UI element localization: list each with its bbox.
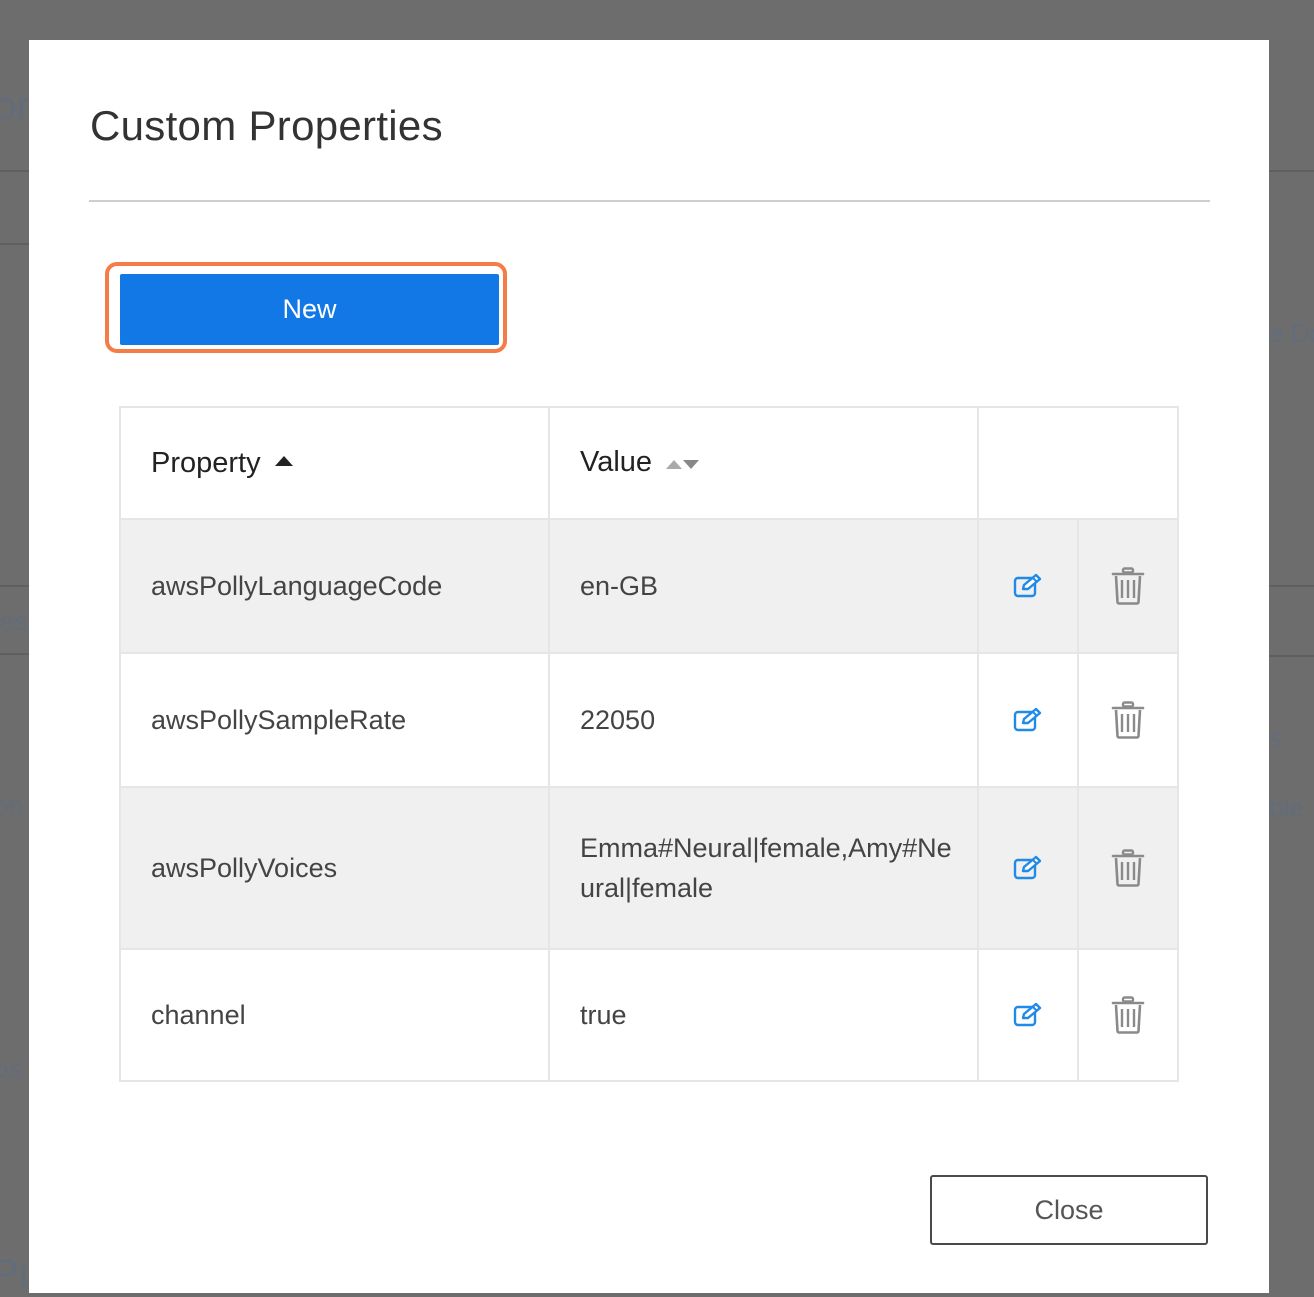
background-text-fragment: bs [0,1053,22,1083]
delete-cell [1077,948,1179,1082]
background-divider [0,653,29,655]
background-text-fragment: les [0,606,28,636]
title-divider [89,200,1210,202]
edit-cell [977,518,1079,654]
table-row: channel true [119,948,1179,1082]
edit-icon[interactable] [1013,573,1043,599]
property-cell: channel [119,948,550,1082]
delete-cell [1077,652,1179,788]
value-cell: en-GB [548,518,979,654]
trash-icon[interactable] [1111,567,1145,605]
property-cell: awsPollyLanguageCode [119,518,550,654]
delete-cell [1077,518,1179,654]
table-row: awsPollySampleRate 22050 [119,652,1179,788]
table-header-row: Property Value [119,406,1179,520]
close-button[interactable]: Close [930,1175,1208,1245]
background-divider [1269,655,1314,657]
value-text: Emma#Neural|female,Amy#Neural|female [580,833,952,903]
background-text-fragment: on [0,790,23,820]
edit-icon[interactable] [1013,1002,1043,1028]
value-cell: 22050 [548,652,979,788]
property-cell: awsPollySampleRate [119,652,550,788]
column-header-actions [977,406,1179,520]
trash-icon[interactable] [1111,996,1145,1034]
background-divider [0,243,29,245]
background-divider [0,170,29,172]
sort-unsorted-icon [666,444,700,477]
properties-table: Property Value awsPollyLanguageCode en-G… [119,406,1179,1082]
trash-icon[interactable] [1111,849,1145,887]
background-divider [1269,170,1314,172]
table-row: awsPollyLanguageCode en-GB [119,518,1179,654]
value-cell: Emma#Neural|female,Amy#Neural|female [548,786,979,950]
edit-icon[interactable] [1013,707,1043,733]
sort-ascending-icon [274,455,293,466]
value-cell: true [548,948,979,1082]
edit-cell [977,948,1079,1082]
edit-icon[interactable] [1013,855,1043,881]
background-divider [0,585,29,587]
background-text-fragment: ble [1269,793,1304,823]
new-property-button[interactable]: New [120,274,499,345]
column-header-label: Property [151,446,261,479]
trash-icon[interactable] [1111,701,1145,739]
column-header-value[interactable]: Value [548,406,979,520]
edit-cell [977,652,1079,788]
dialog-title: Custom Properties [90,102,443,149]
property-cell: awsPollyVoices [119,786,550,950]
delete-cell [1077,786,1179,950]
background-divider [1269,585,1314,587]
edit-cell [977,786,1079,950]
column-header-property[interactable]: Property [119,406,550,520]
background-text-fragment: e Do [1269,318,1314,348]
table-row: awsPollyVoices Emma#Neural|female,Amy#Ne… [119,786,1179,950]
custom-properties-dialog: Custom Properties New Property Value aws… [29,40,1269,1293]
column-header-label: Value [580,446,653,479]
background-text-fragment: s [1269,723,1282,753]
